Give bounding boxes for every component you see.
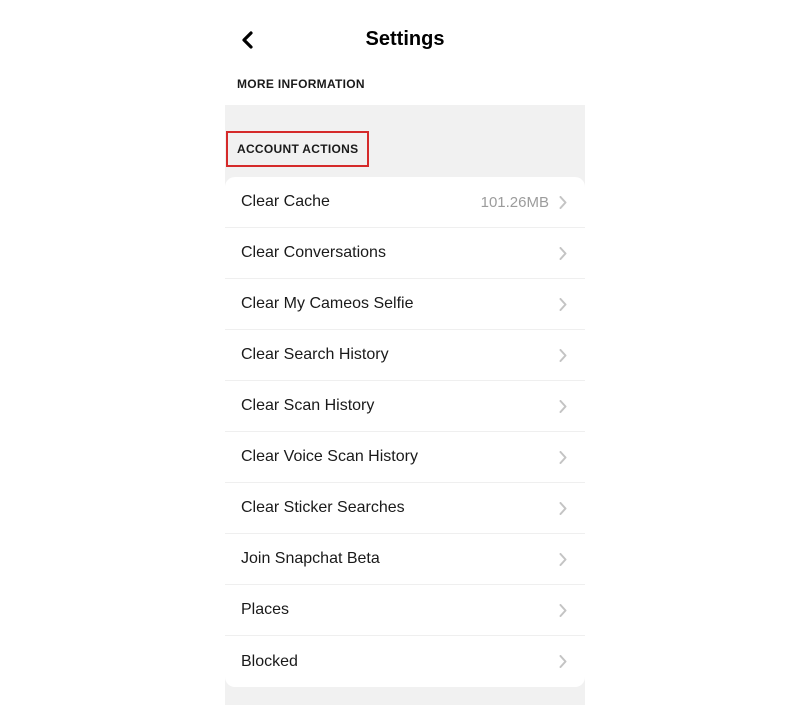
chevron-right-icon xyxy=(559,501,569,515)
content-area: ACCOUNT ACTIONS Clear Cache 101.26MB Cle… xyxy=(225,105,585,705)
header-bar: Settings xyxy=(225,0,585,69)
row-label: Clear Conversations xyxy=(241,244,549,262)
row-label: Clear Sticker Searches xyxy=(241,499,549,517)
back-button[interactable] xyxy=(235,28,259,52)
row-label: Clear Cache xyxy=(241,193,481,211)
chevron-right-icon xyxy=(559,655,569,669)
chevron-right-icon xyxy=(559,348,569,362)
row-clear-cameos-selfie[interactable]: Clear My Cameos Selfie xyxy=(225,279,585,330)
section-more-information: MORE INFORMATION xyxy=(225,69,585,105)
row-value: 101.26MB xyxy=(481,194,549,211)
row-label: Clear My Cameos Selfie xyxy=(241,295,549,313)
row-label: Clear Scan History xyxy=(241,397,549,415)
chevron-right-icon xyxy=(559,450,569,464)
chevron-left-icon xyxy=(240,31,254,49)
chevron-right-icon xyxy=(559,246,569,260)
row-clear-search-history[interactable]: Clear Search History xyxy=(225,330,585,381)
chevron-right-icon xyxy=(559,399,569,413)
section-account-actions: ACCOUNT ACTIONS xyxy=(226,131,369,167)
row-clear-conversations[interactable]: Clear Conversations xyxy=(225,228,585,279)
chevron-right-icon xyxy=(559,603,569,617)
chevron-right-icon xyxy=(559,552,569,566)
account-actions-list: Clear Cache 101.26MB Clear Conversations… xyxy=(225,177,585,687)
row-label: Places xyxy=(241,601,549,619)
page-title: Settings xyxy=(235,28,575,51)
row-blocked[interactable]: Blocked xyxy=(225,636,585,687)
chevron-right-icon xyxy=(559,195,569,209)
row-label: Blocked xyxy=(241,653,549,671)
row-label: Clear Voice Scan History xyxy=(241,448,549,466)
row-clear-sticker-searches[interactable]: Clear Sticker Searches xyxy=(225,483,585,534)
row-clear-voice-scan-history[interactable]: Clear Voice Scan History xyxy=(225,432,585,483)
row-label: Clear Search History xyxy=(241,346,549,364)
chevron-right-icon xyxy=(559,297,569,311)
row-clear-scan-history[interactable]: Clear Scan History xyxy=(225,381,585,432)
row-places[interactable]: Places xyxy=(225,585,585,636)
row-clear-cache[interactable]: Clear Cache 101.26MB xyxy=(225,177,585,228)
row-label: Join Snapchat Beta xyxy=(241,550,549,568)
row-join-snapchat-beta[interactable]: Join Snapchat Beta xyxy=(225,534,585,585)
